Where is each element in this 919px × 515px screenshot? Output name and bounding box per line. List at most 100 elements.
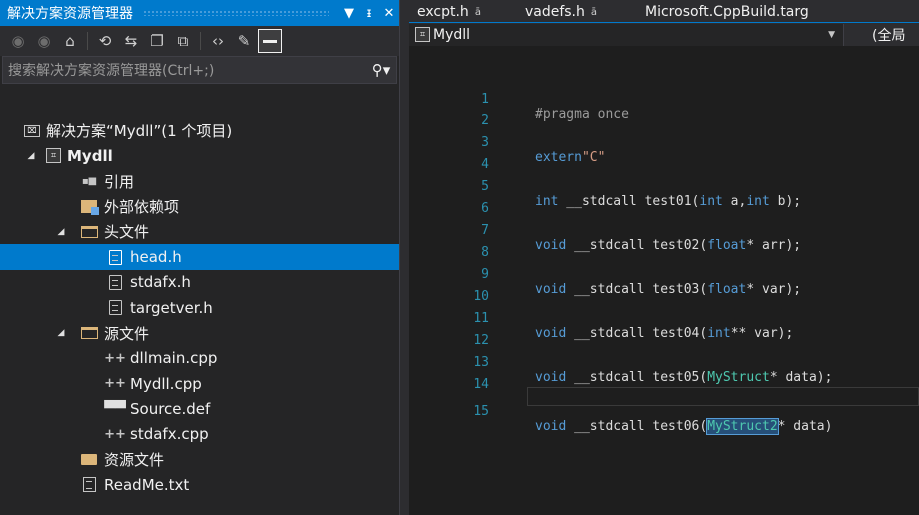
sync-icon[interactable]: ⇆: [119, 29, 143, 53]
header-file-icon: [106, 274, 124, 290]
tree-item-label: 资源文件: [104, 451, 165, 469]
close-icon[interactable]: ✕: [379, 6, 399, 21]
external-deps-icon: [80, 199, 99, 216]
tab-excpt-h[interactable]: excpt.h ā: [409, 4, 491, 22]
navigation-bar: ⌗ Mydll ▼ (全局: [409, 22, 919, 46]
toolbar-separator: [200, 32, 201, 50]
tree-item-source-folder[interactable]: ◢ 源文件: [0, 320, 399, 345]
code-line[interactable]: 13 void __stdcall test05(MyStruct* data)…: [409, 340, 919, 385]
solution-tree: ⌧ 解决方案“Mydll”(1 个项目) ◢ ⌗ Mydll ▪■ 引用 外部依…: [0, 118, 399, 497]
tree-item-resource-folder[interactable]: 资源文件: [0, 447, 399, 472]
show-all-files-icon[interactable]: ⧉: [171, 29, 195, 53]
tab-pin-icon[interactable]: ā: [475, 7, 481, 18]
scope-dropdown[interactable]: (全局: [844, 25, 905, 45]
tree-item-label: stdafx.cpp: [130, 425, 209, 444]
code-line[interactable]: 5 int __stdcall test01(int a,int b);: [409, 164, 919, 209]
tree-item-head-h[interactable]: head.h: [0, 244, 399, 270]
tab-microsoft-cppbuild-targets[interactable]: Microsoft.CppBuild.targ: [607, 4, 819, 22]
pin-icon[interactable]: ᵻ: [359, 6, 379, 21]
code-line[interactable]: 10: [409, 274, 919, 304]
editor-tab-strip: excpt.h ā vadefs.h ā Microsoft.CppBuild.…: [409, 0, 919, 22]
code-line[interactable]: 7 void __stdcall test02(float* arr);: [409, 208, 919, 253]
tree-item-references[interactable]: ▪■ 引用: [0, 169, 399, 194]
code-line[interactable]: 6: [409, 186, 919, 216]
tree-item-label: Mydll.cpp: [130, 374, 202, 393]
code-line[interactable]: 15 void __stdcall test06(MyStruct2* data…: [409, 389, 919, 435]
tree-item-label: Source.def: [130, 399, 211, 418]
line-number: 15: [473, 404, 489, 419]
header-file-icon: [106, 300, 124, 316]
pending-changes-filter-icon[interactable]: ⟲: [93, 29, 117, 53]
search-icon[interactable]: ⚲▾: [366, 61, 396, 79]
code-line[interactable]: 8: [409, 230, 919, 260]
tree-item-label: ReadMe.txt: [104, 475, 190, 494]
solution-explorer-title: 解决方案资源管理器: [7, 6, 133, 22]
tree-item-label: 外部依赖项: [104, 198, 180, 217]
code-line[interactable]: 9 void __stdcall test03(float* var);: [409, 252, 919, 297]
project-icon: ⌗: [415, 27, 430, 42]
tree-item-stdafx-h[interactable]: stdafx.h: [0, 270, 399, 295]
code-line[interactable]: 2: [409, 98, 919, 128]
project-icon: ⌗: [46, 148, 61, 164]
search-input[interactable]: 搜索解决方案资源管理器(Ctrl+;): [8, 60, 366, 80]
code-line[interactable]: 11 void __stdcall test04(int** var);: [409, 296, 919, 341]
tree-item-label: dllmain.cpp: [130, 349, 218, 368]
solution-explorer-title-bar: 解决方案资源管理器 ▼ ᵻ ✕: [0, 0, 399, 26]
tree-item-readme[interactable]: ReadMe.txt: [0, 472, 399, 497]
tree-item-dllmain-cpp[interactable]: ++ dllmain.cpp: [0, 346, 399, 371]
code-token: * data): [777, 419, 833, 434]
header-file-icon: [106, 249, 124, 265]
code-line[interactable]: 4: [409, 142, 919, 172]
code-token: __stdcall test06(: [566, 419, 708, 434]
tree-item-targetver-h[interactable]: targetver.h: [0, 295, 399, 320]
def-file-icon: ▀▀: [104, 400, 126, 417]
keyword: void: [535, 419, 567, 434]
window-position-dropdown-icon[interactable]: ▼: [339, 6, 359, 21]
view-code-icon[interactable]: ‹›: [206, 29, 230, 53]
title-bar-grip[interactable]: [143, 10, 329, 16]
tab-vadefs-h[interactable]: vadefs.h ā: [491, 4, 607, 22]
tree-item-label: targetver.h: [130, 298, 213, 317]
chevron-down-icon[interactable]: ▼: [828, 30, 835, 40]
tab-label: vadefs.h: [524, 4, 585, 20]
selected-type-name[interactable]: MyStruct2: [706, 418, 779, 435]
project-dropdown-value: Mydll: [433, 26, 471, 43]
code-text-area[interactable]: 1 #pragma once 2 3 extern"C" 4 5 int __s…: [409, 46, 919, 515]
tree-item-header-folder[interactable]: ◢ 头文件: [0, 219, 399, 244]
cpp-file-icon: ++: [104, 350, 126, 366]
tree-item-label: 源文件: [104, 324, 150, 343]
code-line[interactable]: 12: [409, 318, 919, 348]
tree-item-source-def[interactable]: ▀▀ Source.def: [0, 396, 399, 421]
preview-selected-items-icon[interactable]: [258, 29, 282, 53]
expand-arrow-icon[interactable]: ◢: [54, 328, 68, 338]
code-text: void __stdcall test06(MyStruct2* data): [535, 418, 833, 435]
solution-icon: ⌧: [24, 124, 40, 137]
tab-label: Microsoft.CppBuild.targ: [645, 4, 809, 20]
code-line[interactable]: 3 extern"C": [409, 120, 919, 165]
code-line[interactable]: 14: [409, 362, 919, 392]
solution-explorer-search[interactable]: 搜索解决方案资源管理器(Ctrl+;) ⚲▾: [2, 56, 397, 84]
expand-arrow-icon[interactable]: ◢: [24, 151, 38, 161]
forward-icon[interactable]: ◉: [32, 29, 56, 53]
properties-wrench-icon[interactable]: ✎: [232, 29, 256, 53]
folder-open-icon: [80, 325, 98, 341]
tree-item-label: stdafx.h: [130, 273, 191, 292]
tree-item-external-deps[interactable]: 外部依赖项: [0, 194, 399, 219]
back-icon[interactable]: ◉: [6, 29, 30, 53]
solution-explorer-toolbar: ◉ ◉ ⌂ ⟲ ⇆ ❐ ⧉ ‹› ✎: [0, 26, 399, 56]
tab-pin-icon[interactable]: ā: [591, 7, 597, 18]
tree-item-project[interactable]: ◢ ⌗ Mydll: [0, 143, 399, 168]
toolbar-separator: [87, 32, 88, 50]
references-icon: ▪■: [81, 175, 97, 187]
collapse-all-icon[interactable]: ❐: [145, 29, 169, 53]
tree-item-mydll-cpp[interactable]: ++ Mydll.cpp: [0, 371, 399, 396]
expand-arrow-icon[interactable]: ◢: [54, 227, 68, 237]
tree-item-stdafx-cpp[interactable]: ++ stdafx.cpp: [0, 422, 399, 447]
code-line[interactable]: 1 #pragma once: [409, 77, 919, 122]
tree-item-label: 头文件: [104, 223, 150, 242]
home-icon[interactable]: ⌂: [58, 29, 82, 53]
project-dropdown[interactable]: ⌗ Mydll ▼: [409, 23, 844, 46]
tree-item-solution[interactable]: ⌧ 解决方案“Mydll”(1 个项目): [0, 118, 399, 143]
folder-open-icon: [80, 224, 98, 240]
tree-item-label: head.h: [130, 248, 182, 267]
